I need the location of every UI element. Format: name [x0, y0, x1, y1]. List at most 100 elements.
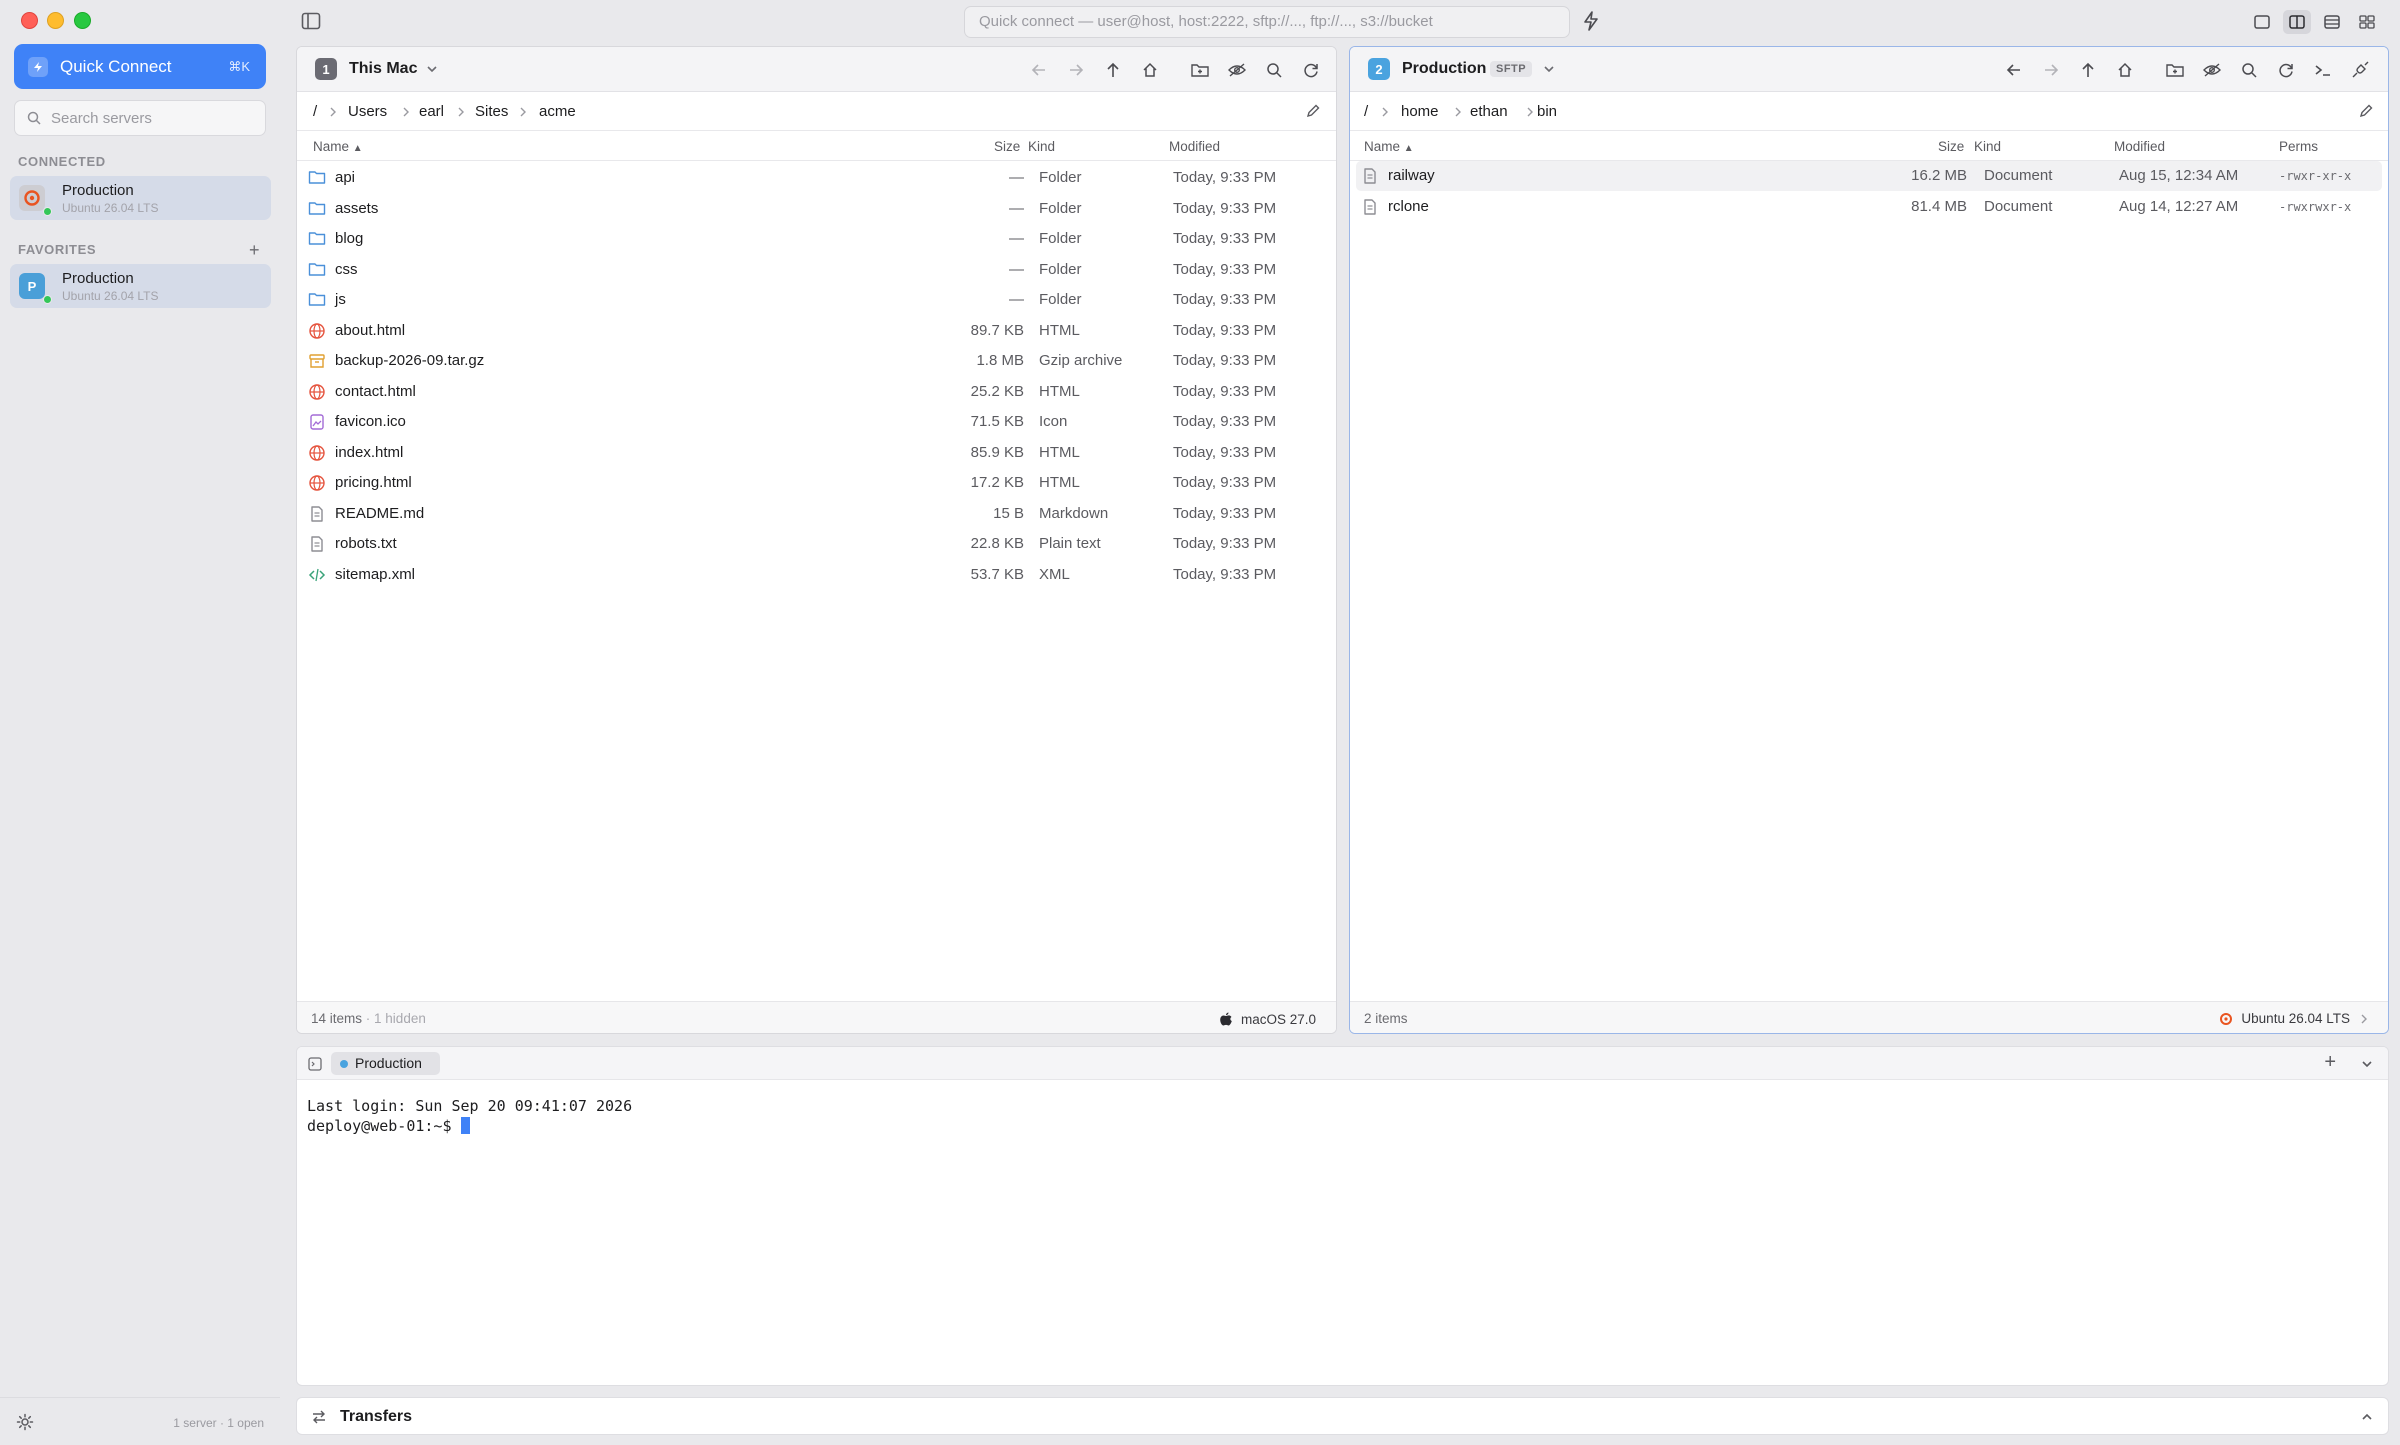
quick-connect-button[interactable]: Quick Connect ⌘K — [14, 44, 266, 89]
file-kind: HTML — [1039, 321, 1080, 339]
home-icon[interactable] — [1138, 58, 1162, 82]
file-row[interactable]: blog — Folder Today, 9:33 PM — [297, 224, 1336, 254]
edit-path-icon[interactable] — [2358, 103, 2374, 119]
remote-pane-title[interactable]: Production — [1402, 60, 1486, 78]
breadcrumb: / Users earl Sites acme — [297, 92, 1336, 131]
server-search-input[interactable]: Search servers — [14, 100, 266, 136]
close-window-button[interactable] — [21, 12, 38, 29]
column-size[interactable]: Size — [994, 139, 1020, 154]
hidden-files-icon[interactable] — [2200, 58, 2224, 82]
file-size: 1.8 MB — [976, 352, 1024, 369]
column-kind[interactable]: Kind — [1028, 139, 1055, 154]
remote-pane-footer: 2 items Ubuntu 26.04 LTS — [1350, 1001, 2388, 1033]
single-pane-layout-icon[interactable] — [2248, 10, 2276, 34]
edit-path-icon[interactable] — [1305, 103, 1321, 119]
file-row[interactable]: README.md 15 B Markdown Today, 9:33 PM — [297, 499, 1336, 529]
column-kind[interactable]: Kind — [1974, 139, 2001, 154]
stacked-layout-icon[interactable] — [2318, 10, 2346, 34]
file-row[interactable]: rclone 81.4 MB Document Aug 14, 12:27 AM -rw… — [1350, 192, 2388, 222]
new-folder-icon[interactable] — [2163, 58, 2187, 82]
globe-icon — [308, 474, 326, 492]
server-name: Production — [62, 182, 134, 199]
quick-connect-input[interactable]: Quick connect — user@host, host:2222, sf… — [964, 6, 1570, 38]
file-row[interactable]: contact.html 25.2 KB HTML Today, 9:33 PM — [297, 377, 1336, 407]
column-size[interactable]: Size — [1938, 139, 1964, 154]
breadcrumb-item[interactable]: bin — [1537, 103, 1557, 120]
file-row[interactable]: favicon.ico 71.5 KB Icon Today, 9:33 PM — [297, 407, 1336, 437]
connected-server-production[interactable]: Production Ubuntu 26.04 LTS — [10, 176, 271, 220]
chevron-down-icon[interactable] — [425, 62, 439, 76]
breadcrumb-item[interactable]: / — [313, 103, 317, 120]
new-terminal-button[interactable]: + — [2324, 1051, 2336, 1074]
dual-pane-layout-icon[interactable] — [2283, 10, 2311, 34]
column-perms[interactable]: Perms — [2279, 139, 2318, 154]
file-name: railway — [1388, 167, 1435, 184]
file-size: — — [1009, 230, 1024, 247]
breadcrumb-item[interactable]: home — [1401, 103, 1439, 120]
breadcrumb-item[interactable]: / — [1364, 103, 1368, 120]
zoom-window-button[interactable] — [74, 12, 91, 29]
bolt-icon[interactable] — [1582, 10, 1604, 34]
refresh-icon[interactable] — [2274, 58, 2298, 82]
favorite-server-production[interactable]: P Production Ubuntu 26.04 LTS — [10, 264, 271, 308]
chevron-up-icon[interactable] — [2360, 1410, 2374, 1424]
file-name: contact.html — [335, 382, 416, 400]
chevron-right-icon — [330, 107, 336, 117]
terminal-output[interactable]: Last login: Sun Sep 20 09:41:07 2026 dep… — [307, 1096, 632, 1136]
file-row[interactable]: js — Folder Today, 9:33 PM — [297, 285, 1336, 315]
file-row[interactable]: css — Folder Today, 9:33 PM — [297, 255, 1336, 285]
search-icon[interactable] — [2237, 58, 2261, 82]
back-icon[interactable] — [2002, 58, 2026, 82]
chevron-down-icon[interactable] — [2360, 1057, 2374, 1071]
search-icon[interactable] — [1262, 58, 1286, 82]
forward-icon[interactable] — [2039, 58, 2063, 82]
breadcrumb-item[interactable]: acme — [539, 103, 576, 120]
breadcrumb-item[interactable]: earl — [419, 103, 444, 120]
terminal-icon[interactable] — [2311, 58, 2335, 82]
parent-folder-icon[interactable] — [2076, 58, 2100, 82]
forward-icon[interactable] — [1064, 58, 1088, 82]
chevron-down-icon[interactable] — [1542, 62, 1556, 76]
transfers-bar[interactable]: Transfers — [296, 1397, 2389, 1435]
back-icon[interactable] — [1027, 58, 1051, 82]
column-modified[interactable]: Modified — [1169, 139, 1220, 154]
terminal-panel[interactable]: Production + Last login: Sun Sep 20 09:4… — [296, 1046, 2389, 1386]
column-name[interactable]: Name ▲ — [313, 139, 363, 154]
minimize-window-button[interactable] — [47, 12, 64, 29]
breadcrumb-item[interactable]: Sites — [475, 103, 508, 120]
grid-layout-icon[interactable] — [2353, 10, 2381, 34]
file-row[interactable]: sitemap.xml 53.7 KB XML Today, 9:33 PM — [297, 560, 1336, 590]
file-row[interactable]: backup-2026-09.tar.gz 1.8 MB Gzip archive T… — [297, 346, 1336, 376]
breadcrumb-item[interactable]: ethan — [1470, 103, 1508, 120]
new-folder-icon[interactable] — [1188, 58, 1212, 82]
file-row[interactable]: railway 16.2 MB Document Aug 15, 12:34 AM -r… — [1356, 161, 2382, 191]
hidden-files-icon[interactable] — [1225, 58, 1249, 82]
file-size: 22.8 KB — [970, 535, 1024, 552]
file-row[interactable]: robots.txt 22.8 KB Plain text Today, 9:33 P… — [297, 529, 1336, 559]
breadcrumb-item[interactable]: Users — [348, 103, 387, 120]
terminal-tab[interactable]: Production — [331, 1052, 440, 1075]
file-kind: Folder — [1039, 230, 1082, 247]
remote-os-button[interactable]: Ubuntu 26.04 LTS — [2219, 1011, 2368, 1026]
file-row[interactable]: assets — Folder Today, 9:33 PM — [297, 194, 1336, 224]
add-favorite-button[interactable]: + — [249, 240, 260, 261]
column-name[interactable]: Name ▲ — [1364, 139, 1414, 154]
file-modified: Today, 9:33 PM — [1173, 535, 1277, 552]
file-row[interactable]: index.html 85.9 KB HTML Today, 9:33 PM — [297, 438, 1336, 468]
home-icon[interactable] — [2113, 58, 2137, 82]
file-kind: HTML — [1039, 474, 1080, 491]
file-row[interactable]: about.html 89.7 KB HTML Today, 9:33 PM — [297, 316, 1336, 346]
globe-icon — [308, 322, 326, 340]
folder-icon — [308, 200, 326, 218]
file-size: — — [1009, 260, 1024, 278]
column-modified[interactable]: Modified — [2114, 139, 2165, 154]
file-row[interactable]: api — Folder Today, 9:33 PM — [297, 163, 1336, 193]
sort-ascending-icon: ▲ — [1403, 143, 1414, 154]
refresh-icon[interactable] — [1299, 58, 1323, 82]
search-icon — [27, 111, 41, 125]
file-row[interactable]: pricing.html 17.2 KB HTML Today, 9:33 PM — [297, 468, 1336, 498]
local-pane-title[interactable]: This Mac — [349, 60, 417, 78]
parent-folder-icon[interactable] — [1101, 58, 1125, 82]
disconnect-icon[interactable] — [2348, 58, 2372, 82]
sidebar-toggle-icon[interactable] — [301, 12, 323, 32]
